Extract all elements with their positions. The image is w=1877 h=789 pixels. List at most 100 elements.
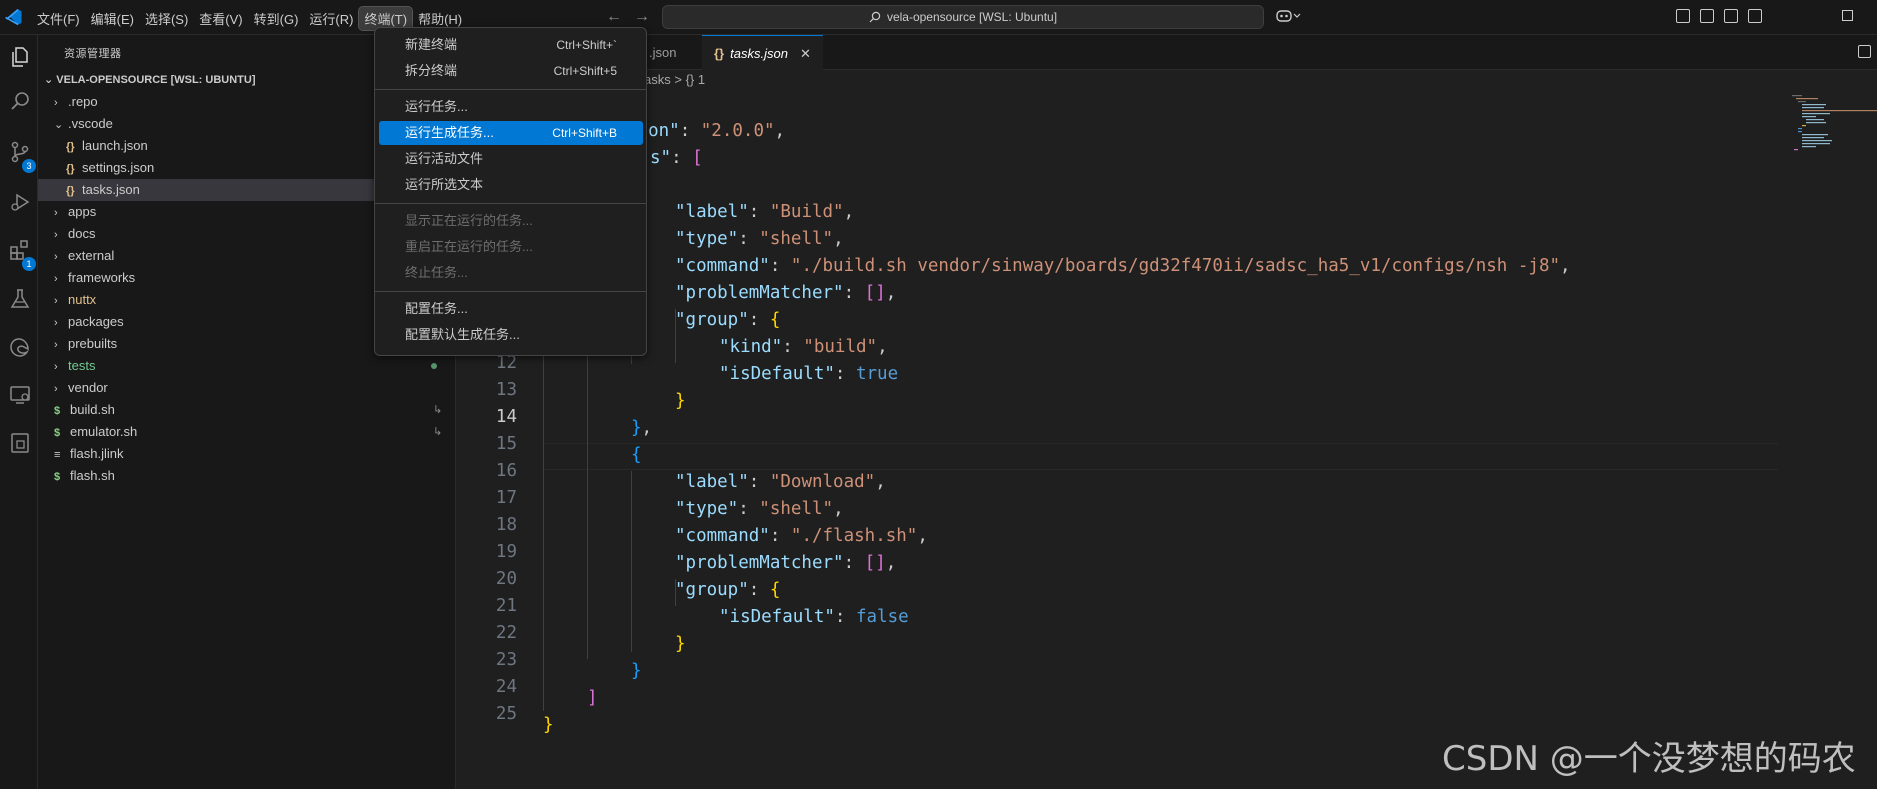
- menu-file[interactable]: 文件(F): [32, 7, 85, 30]
- menu-separator: [375, 291, 646, 292]
- vscode-logo-icon: [5, 8, 22, 26]
- activity-bar: 3 1: [0, 35, 38, 789]
- breadcrumb: asks > {} 1: [644, 72, 705, 87]
- line-number: 21: [495, 596, 517, 616]
- customize-layout-icon[interactable]: [1676, 9, 1690, 23]
- tree-item-label: flash.sh: [70, 468, 115, 483]
- json-key: "group": [675, 310, 749, 330]
- json-string: "./flash.sh": [790, 526, 918, 546]
- toggle-primary-sidebar-icon[interactable]: [1700, 9, 1714, 23]
- tree-item-label: build.sh: [70, 402, 115, 417]
- menu-selection[interactable]: 选择(S): [140, 7, 193, 30]
- json-boolean: false: [855, 607, 909, 627]
- tree-item-label: tasks.json: [82, 182, 140, 197]
- json-key: "label": [675, 202, 749, 222]
- containers-icon[interactable]: [8, 431, 32, 455]
- minimap[interactable]: [1790, 93, 1877, 153]
- json-key: "type": [675, 229, 739, 249]
- close-icon[interactable]: ✕: [800, 46, 811, 61]
- code-line: "group": {: [675, 310, 781, 330]
- title-bar: 文件(F) 编辑(E) 选择(S) 查看(V) 转到(G) 运行(R) 终端(T…: [0, 0, 1877, 35]
- testing-flask-icon[interactable]: [8, 287, 32, 311]
- tree-item-label: settings.json: [82, 160, 155, 175]
- code-editor[interactable]: 11 12 13 14 15 16 17 18 19 20 21 22 23 2…: [457, 93, 1877, 789]
- navigation-arrows: ← →: [606, 8, 650, 26]
- copilot-icon[interactable]: [1276, 8, 1302, 27]
- explorer-icon[interactable]: [8, 45, 32, 69]
- menu-item-run-selected-text[interactable]: 运行所选文本: [379, 173, 643, 197]
- window-restore-icon[interactable]: [1842, 10, 1853, 21]
- breadcrumb-item[interactable]: {} 1: [686, 72, 706, 87]
- command-center-text: vela-opensource [WSL: Ubuntu]: [886, 10, 1058, 24]
- code-line: "isDefault": true: [719, 364, 899, 384]
- line-number: 22: [495, 623, 517, 643]
- code-line: {: [631, 445, 642, 465]
- shell-file-icon: $: [54, 405, 61, 417]
- back-arrow-icon[interactable]: ←: [606, 8, 622, 26]
- tree-item-emulator-sh[interactable]: $ emulator.sh ↳: [38, 421, 456, 443]
- menu-item-label: 运行活动文件: [405, 151, 484, 166]
- menu-item-label: 显示正在运行的任务...: [405, 213, 533, 228]
- watermark: CSDN @一个没梦想的码农: [1442, 739, 1856, 779]
- line-number: 17: [495, 488, 517, 508]
- json-key: "problemMatcher": [675, 283, 844, 303]
- tree-item-label: docs: [68, 226, 96, 241]
- menu-item-run-task[interactable]: 运行任务...: [379, 95, 643, 119]
- text-file-icon: ≡: [54, 449, 61, 461]
- json-key: "kind": [719, 337, 783, 357]
- chevron-right-icon: ›: [54, 207, 58, 219]
- code-line: "type": "shell",: [675, 499, 844, 519]
- menu-go[interactable]: 转到(G): [249, 7, 304, 30]
- json-string: "build": [803, 337, 878, 357]
- menu-item-configure-tasks[interactable]: 配置任务...: [379, 297, 643, 321]
- tree-item-flash-sh[interactable]: $ flash.sh: [38, 465, 456, 487]
- tree-item-label: packages: [68, 314, 124, 329]
- workspace-folder-header[interactable]: ⌄ VELA-OPENSOURCE [WSL: UBUNTU]: [44, 73, 256, 86]
- command-center-search[interactable]: vela-opensource [WSL: Ubuntu]: [662, 5, 1264, 29]
- search-icon[interactable]: [8, 90, 32, 114]
- split-editor-icon[interactable]: [1858, 45, 1871, 58]
- menu-item-run-active-file[interactable]: 运行活动文件: [379, 147, 643, 171]
- run-debug-icon[interactable]: [8, 190, 32, 214]
- tree-item-flash-jlink[interactable]: ≡ flash.jlink: [38, 443, 456, 465]
- tab-tasks-json[interactable]: {} tasks.json ✕: [702, 35, 823, 70]
- code-line: }: [675, 634, 686, 654]
- json-key: "isDefault": [719, 607, 835, 627]
- menu-item-show-running-tasks: 显示正在运行的任务...: [379, 209, 643, 233]
- menu-edit[interactable]: 编辑(E): [86, 7, 139, 30]
- menu-item-shortcut: Ctrl+Shift+B: [552, 126, 617, 140]
- tree-item-label: vendor: [68, 380, 108, 395]
- tree-item-build-sh[interactable]: $ build.sh ↳: [38, 399, 456, 421]
- toggle-panel-icon[interactable]: [1724, 9, 1738, 23]
- explorer-title: 资源管理器: [64, 48, 122, 60]
- tree-item-vendor[interactable]: › vendor: [38, 377, 456, 399]
- tree-item-label: emulator.sh: [70, 424, 138, 439]
- menu-item-configure-default-build-task[interactable]: 配置默认生成任务...: [379, 323, 643, 347]
- menu-item-restart-running-task: 重启正在运行的任务...: [379, 235, 643, 259]
- breadcrumb-separator: >: [674, 72, 682, 87]
- tree-item-tests[interactable]: › tests: [38, 355, 456, 377]
- menu-item-label: 配置默认生成任务...: [405, 327, 520, 342]
- menu-item-split-terminal[interactable]: 拆分终端 Ctrl+Shift+5: [379, 59, 643, 83]
- edge-browser-icon[interactable]: [8, 335, 32, 359]
- code-line: "kind": "build",: [719, 337, 888, 357]
- remote-explorer-icon[interactable]: [8, 383, 32, 407]
- indent-guide: [631, 471, 632, 652]
- menu-item-label: 重启正在运行的任务...: [405, 239, 533, 254]
- code-line: "isDefault": false: [719, 607, 909, 627]
- forward-arrow-icon[interactable]: →: [634, 8, 650, 26]
- code-line: s": [: [650, 148, 703, 168]
- tree-item-label: frameworks: [68, 270, 136, 285]
- chevron-down-icon: ⌄: [44, 74, 57, 86]
- chevron-right-icon: ›: [54, 383, 58, 395]
- menu-item-label: 配置任务...: [405, 301, 468, 316]
- code-line: "label": "Build",: [675, 202, 855, 222]
- menu-item-new-terminal[interactable]: 新建终端 Ctrl+Shift+`: [379, 33, 643, 57]
- breadcrumb-item[interactable]: asks: [644, 72, 671, 87]
- menu-view[interactable]: 查看(V): [194, 7, 247, 30]
- toggle-secondary-sidebar-icon[interactable]: [1748, 9, 1762, 23]
- code-line: }: [675, 391, 686, 411]
- menu-item-run-build-task[interactable]: 运行生成任务... Ctrl+Shift+B: [379, 121, 643, 145]
- tree-item-label: .vscode: [68, 116, 113, 131]
- menu-run[interactable]: 运行(R): [304, 7, 358, 30]
